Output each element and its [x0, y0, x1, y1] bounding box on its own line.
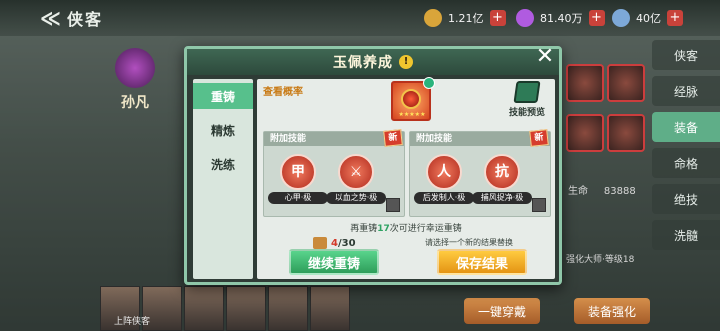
equip-slot[interactable]: [566, 64, 604, 102]
skill-label: 捕风捉净·极: [472, 192, 532, 204]
screen-title: 侠客: [66, 10, 103, 29]
book-icon: [513, 81, 541, 103]
info-icon[interactable]: !: [399, 55, 413, 69]
skill-item[interactable]: 抗 捕风捉净·极: [472, 154, 532, 204]
lucky-reforge-note: 再重铸17次可进行幸运重铸: [257, 221, 555, 234]
hero-portrait[interactable]: [310, 286, 350, 331]
reforge-cost: 4/30: [313, 237, 356, 249]
tab-marrow[interactable]: 洗髓: [652, 220, 720, 250]
add-gem-button[interactable]: +: [588, 10, 605, 26]
cost-current: 4: [331, 237, 338, 249]
equip-slot[interactable]: [607, 64, 645, 102]
figure-skill-icon: 人: [426, 154, 462, 190]
cost-total: /30: [337, 237, 356, 249]
sword-skill-icon: ⚔: [338, 154, 374, 190]
shield-skill-icon: 甲: [280, 154, 316, 190]
equip-slot[interactable]: [566, 114, 604, 152]
new-badge: 新: [383, 129, 403, 147]
skill-label: 心甲·极: [268, 192, 328, 204]
gem-icon: [516, 9, 534, 27]
equip-slot[interactable]: [607, 114, 645, 152]
reforge-content: 查看概率 ★★★★★ 技能预览 附加技能 新 甲 心甲·极 ⚔ 以血之势·极 附…: [257, 77, 555, 279]
magnify-icon[interactable]: [423, 77, 435, 89]
resource-gold: 1.21亿 +: [424, 8, 506, 28]
hero-portrait[interactable]: [268, 286, 308, 331]
material-icon: [313, 237, 327, 249]
menu-reforge[interactable]: 重铸: [193, 83, 253, 109]
hp-label: 生命: [568, 186, 588, 197]
replace-hint: 请选择一个新的结果替换: [425, 238, 513, 247]
hero-name: 孙凡: [121, 95, 149, 111]
skill-label: 以血之势·极: [326, 192, 386, 204]
add-gold-button[interactable]: +: [489, 10, 506, 26]
close-button[interactable]: ✕: [533, 45, 557, 69]
hero-portrait[interactable]: [226, 286, 266, 331]
note-count: 17: [377, 224, 390, 234]
jade-pendant-icon: [401, 89, 421, 109]
save-result-button[interactable]: 保存结果: [437, 249, 527, 275]
resist-skill-icon: 抗: [484, 154, 520, 190]
master-level: 强化大师·等级18: [566, 255, 635, 265]
hp-value: 83888: [603, 186, 636, 197]
top-bar: ≪ 侠客 1.21亿 + 81.40万 + 40亿 +: [0, 0, 720, 36]
tab-destiny[interactable]: 命格: [652, 148, 720, 178]
hero-info: 孙凡: [100, 48, 170, 112]
gem-value: 81.40万: [540, 12, 583, 25]
menu-refine[interactable]: 精炼: [193, 117, 253, 143]
tab-equipment[interactable]: 装备: [652, 112, 720, 142]
star-rating-icon: ★★★★★: [398, 111, 426, 118]
silver-value: 40亿: [636, 12, 661, 25]
skill-label: 后发制人·极: [414, 192, 474, 204]
hero-faction-icon: [115, 48, 155, 88]
tab-skill[interactable]: 绝技: [652, 184, 720, 214]
equipment-grid: [566, 64, 654, 164]
gold-coin-icon: [424, 9, 442, 27]
enhance-equipment-button[interactable]: 装备强化: [574, 298, 651, 324]
skill-item[interactable]: ⚔ 以血之势·极: [326, 154, 386, 204]
skill-item[interactable]: 甲 心甲·极: [268, 154, 328, 204]
skill-preview-label: 技能预览: [508, 108, 545, 118]
note-prefix: 再重铸: [350, 224, 378, 234]
dialog-side-menu: 重铸 精炼 洗练: [193, 79, 253, 279]
dialog-title: 玉佩养成: [333, 55, 393, 71]
equip-all-button[interactable]: 一键穿戴: [464, 298, 541, 324]
menu-wash[interactable]: 洗练: [193, 151, 253, 177]
select-checkbox[interactable]: [532, 198, 546, 212]
hero-portrait[interactable]: [184, 286, 224, 331]
dialog-header: 玉佩养成 !: [187, 49, 559, 75]
select-checkbox[interactable]: [386, 198, 400, 212]
tab-meridian[interactable]: 经脉: [652, 76, 720, 106]
note-suffix: 次可进行幸运重铸: [389, 224, 462, 234]
new-badge: 新: [529, 129, 549, 147]
gold-value: 1.21亿: [448, 12, 484, 25]
skill-item[interactable]: 人 后发制人·极: [414, 154, 474, 204]
back-arrow-icon: ≪: [40, 6, 61, 30]
hp-stat: 生命 83888: [568, 182, 636, 197]
right-tab-bar: 侠客 经脉 装备 命格 绝技 洗髓: [652, 40, 720, 256]
view-probability-link[interactable]: 查看概率: [263, 83, 303, 98]
skill-panel-new[interactable]: 附加技能 新 人 后发制人·极 抗 捕风捉净·极: [409, 129, 551, 217]
roster-label: 上阵侠客: [114, 317, 151, 327]
jade-pendant-item[interactable]: ★★★★★: [391, 77, 435, 121]
resource-gem: 81.40万 +: [516, 8, 605, 28]
add-silver-button[interactable]: +: [667, 10, 683, 26]
skill-preview-button[interactable]: 技能预览: [505, 81, 549, 118]
jade-cultivation-dialog: 玉佩养成 ! ✕ 重铸 精炼 洗练 查看概率 ★★★★★ 技能预览 附加技能 新…: [184, 45, 562, 285]
cost-value: 4/30: [331, 238, 356, 249]
continue-reforge-button[interactable]: 继续重铸: [289, 249, 379, 275]
silver-icon: [612, 9, 630, 27]
resource-silver: 40亿 +: [612, 8, 683, 28]
tab-hero[interactable]: 侠客: [652, 40, 720, 70]
back-button[interactable]: ≪ 侠客: [40, 6, 130, 30]
skill-panel-current[interactable]: 附加技能 新 甲 心甲·极 ⚔ 以血之势·极: [263, 129, 405, 217]
